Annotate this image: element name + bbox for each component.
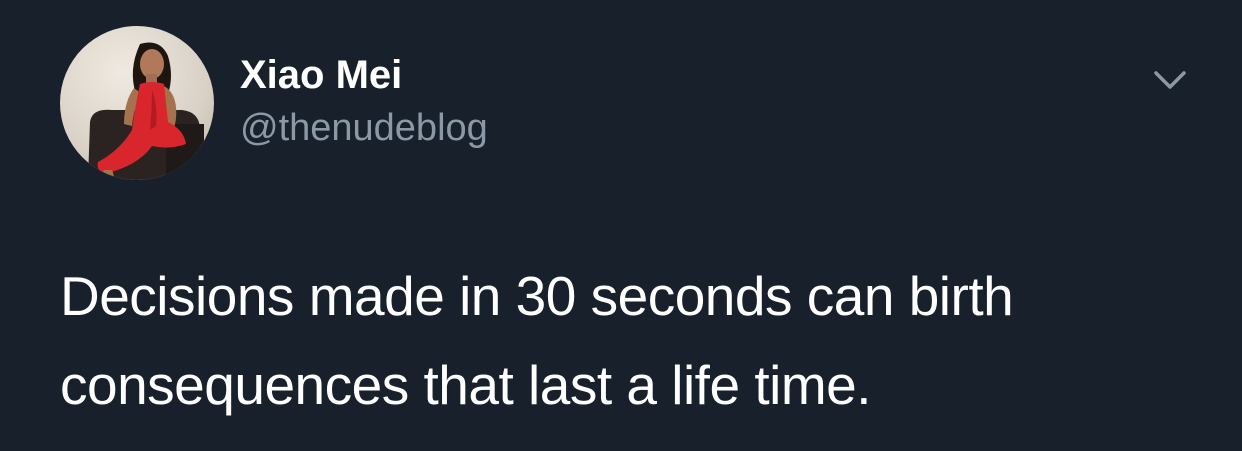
tweet-text: Decisions made in 30 seconds can birth c… xyxy=(60,252,1200,430)
tweet-text-line: consequences that last a life time. xyxy=(60,354,872,416)
author-handle[interactable]: @thenudeblog xyxy=(240,105,488,151)
tweet-text-line: Decisions made in 30 seconds can birth xyxy=(60,265,1014,327)
avatar[interactable] xyxy=(60,26,214,180)
avatar-image xyxy=(60,26,214,180)
chevron-down-icon[interactable] xyxy=(1145,62,1195,102)
tweet-card[interactable]: Xiao Mei @thenudeblog Decisions made in … xyxy=(0,0,1242,451)
author-display-name[interactable]: Xiao Mei xyxy=(240,52,402,98)
